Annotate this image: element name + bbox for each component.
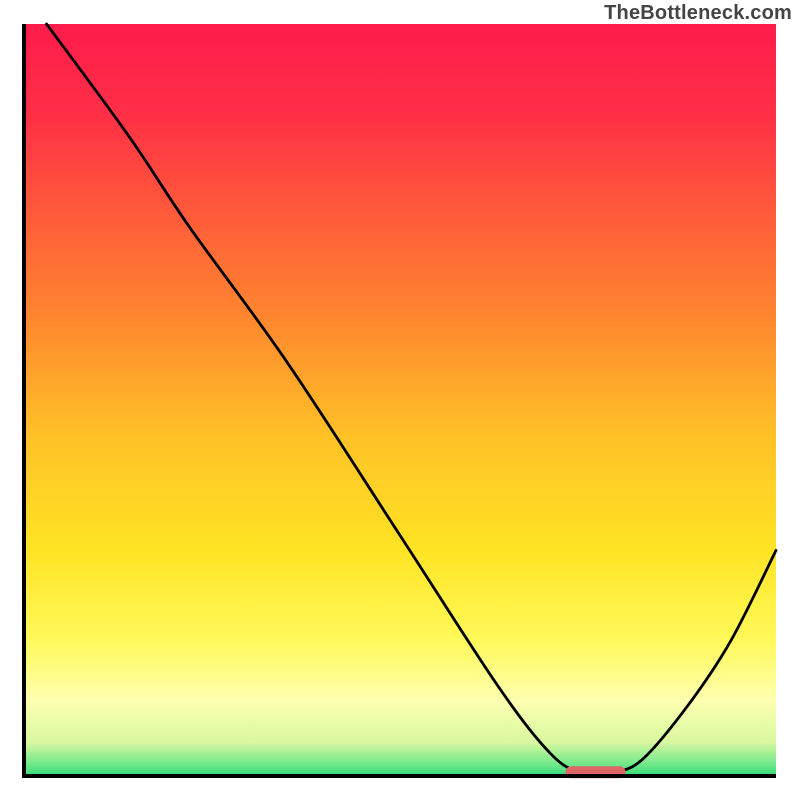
chart-container: TheBottleneck.com [0, 0, 800, 800]
plot-background [24, 24, 776, 776]
watermark-text: TheBottleneck.com [604, 2, 792, 25]
bottleneck-chart [0, 0, 800, 800]
